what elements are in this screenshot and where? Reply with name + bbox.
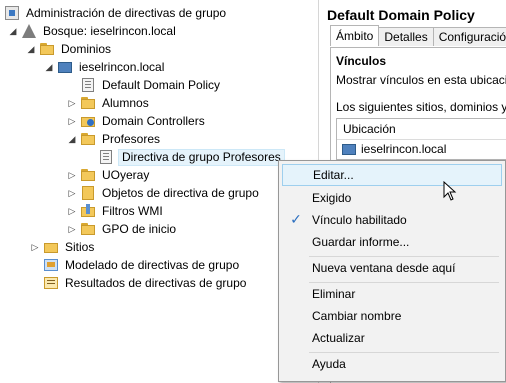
- expand-icon[interactable]: ▷: [67, 184, 77, 202]
- locations-table: Ubicación ieselrincon.local: [336, 118, 506, 160]
- menu-item-guardar-informe[interactable]: Guardar informe...: [282, 231, 502, 253]
- expand-icon[interactable]: ▷: [67, 220, 77, 238]
- menu-item-label: Vínculo habilitado: [312, 213, 407, 227]
- menu-item-cambiar-nombre[interactable]: Cambiar nombre: [282, 305, 502, 327]
- collapse-icon[interactable]: ◢: [26, 40, 36, 58]
- tree-item-domain[interactable]: ◢ ieselrincon.local: [44, 58, 166, 76]
- tree-item-domain-controllers[interactable]: ▷ Domain Controllers: [67, 112, 207, 130]
- expand-icon[interactable]: ▷: [67, 166, 77, 184]
- forest-icon: [21, 23, 37, 39]
- tab-ambito[interactable]: Ámbito: [330, 25, 380, 46]
- gpo-folder-icon: [80, 185, 96, 201]
- results-icon: [43, 275, 59, 291]
- tree-item-label: Default Domain Policy: [102, 78, 221, 92]
- tree-item-label: GPO de inicio: [102, 222, 177, 236]
- column-header-location[interactable]: Ubicación: [337, 119, 506, 140]
- menu-item-vinculo-habilitado[interactable]: ✓ Vínculo habilitado: [282, 209, 502, 231]
- expand-icon[interactable]: ▷: [30, 238, 40, 256]
- menu-item-eliminar[interactable]: Eliminar: [282, 283, 502, 305]
- following-text: Los siguientes sitios, dominios y unid: [336, 100, 506, 114]
- tree-item-label: Alumnos: [102, 96, 149, 110]
- dc-folder-icon: [80, 113, 96, 129]
- collapse-icon[interactable]: ◢: [8, 22, 18, 40]
- table-row[interactable]: ieselrincon.local: [341, 140, 446, 158]
- tree-item-modeling[interactable]: Modelado de directivas de grupo: [43, 256, 241, 274]
- tree-item-starter-gpo[interactable]: ▷ GPO de inicio: [67, 220, 178, 238]
- mouse-cursor-icon: [443, 181, 457, 201]
- folder-icon: [39, 41, 55, 57]
- menu-item-exigido[interactable]: Exigido: [282, 187, 502, 209]
- tree-item-label: Directiva de grupo Profesores: [118, 148, 285, 166]
- folder-icon: [80, 167, 96, 183]
- collapse-icon[interactable]: ◢: [44, 58, 54, 76]
- tab-configuracion[interactable]: Configuración: [432, 27, 506, 46]
- tree-item-gpo-objects[interactable]: ▷ Objetos de directiva de grupo: [67, 184, 261, 202]
- tree-item-alumnos[interactable]: ▷ Alumnos: [67, 94, 151, 112]
- tree-item-label: Objetos de directiva de grupo: [102, 186, 259, 200]
- wmi-icon: [80, 203, 96, 219]
- section-heading: Vínculos: [336, 54, 387, 68]
- console-tree: Administración de directivas de grupo ◢ …: [0, 0, 319, 383]
- domain-icon: [57, 59, 73, 75]
- expand-icon[interactable]: ▷: [67, 94, 77, 112]
- tree-item-results[interactable]: Resultados de directivas de grupo: [43, 274, 248, 292]
- tree-item-label: Bosque: ieselrincon.local: [43, 24, 176, 38]
- context-menu: Editar... Exigido ✓ Vínculo habilitado G…: [278, 160, 506, 382]
- gpo-link-icon: [80, 77, 96, 93]
- menu-item-actualizar[interactable]: Actualizar: [282, 327, 502, 349]
- tree-item-label: Administración de directivas de grupo: [26, 6, 227, 20]
- pane-title: Default Domain Policy: [327, 7, 475, 23]
- tree-item-label: Profesores: [102, 132, 161, 146]
- table-cell: ieselrincon.local: [361, 142, 447, 156]
- tree-item-label: Resultados de directivas de grupo: [65, 276, 247, 290]
- modeling-icon: [43, 257, 59, 273]
- folder-icon: [80, 221, 96, 237]
- expand-icon[interactable]: ▷: [67, 202, 77, 220]
- tree-item-directiva-profesores[interactable]: Directiva de grupo Profesores: [85, 148, 285, 166]
- admin-icon: [4, 5, 20, 21]
- tree-item-forest[interactable]: ◢ Bosque: ieselrincon.local: [8, 22, 178, 40]
- tree-item-label: Sitios: [65, 240, 95, 254]
- tree-item-profesores[interactable]: ◢ Profesores: [67, 130, 162, 148]
- tab-strip: Ámbito Detalles Configuración: [330, 25, 506, 47]
- menu-item-nueva-ventana[interactable]: Nueva ventana desde aquí: [282, 257, 502, 279]
- tree-item-label: UOyeray: [102, 168, 150, 182]
- tree-item-wmi-filters[interactable]: ▷ Filtros WMI: [67, 202, 165, 220]
- tab-detalles[interactable]: Detalles: [378, 27, 434, 46]
- folder-icon: [80, 95, 96, 111]
- collapse-icon[interactable]: ◢: [67, 130, 77, 148]
- tree-item-domains[interactable]: ◢ Dominios: [26, 40, 113, 58]
- gpo-link-icon: [98, 149, 114, 165]
- tree-item-sites[interactable]: ▷ Sitios: [30, 238, 96, 256]
- tree-item-label: Filtros WMI: [102, 204, 163, 218]
- sites-icon: [43, 239, 59, 255]
- tree-item-label: Modelado de directivas de grupo: [65, 258, 240, 272]
- menu-item-editar[interactable]: Editar...: [282, 164, 502, 186]
- tree-item-label: ieselrincon.local: [79, 60, 165, 74]
- show-links-label: Mostrar vínculos en esta ubicación:: [336, 73, 506, 87]
- domain-icon: [341, 141, 357, 157]
- tree-item-default-domain-policy[interactable]: Default Domain Policy: [67, 76, 222, 94]
- tree-item-admin-root[interactable]: Administración de directivas de grupo: [4, 4, 228, 22]
- tree-item-label: Domain Controllers: [102, 114, 205, 128]
- tree-item-label: Dominios: [61, 42, 112, 56]
- expand-icon[interactable]: ▷: [67, 112, 77, 130]
- tree-item-uoyeray[interactable]: ▷ UOyeray: [67, 166, 151, 184]
- menu-item-ayuda[interactable]: Ayuda: [282, 353, 502, 375]
- checkmark-icon: ✓: [290, 211, 302, 227]
- folder-icon: [80, 131, 96, 147]
